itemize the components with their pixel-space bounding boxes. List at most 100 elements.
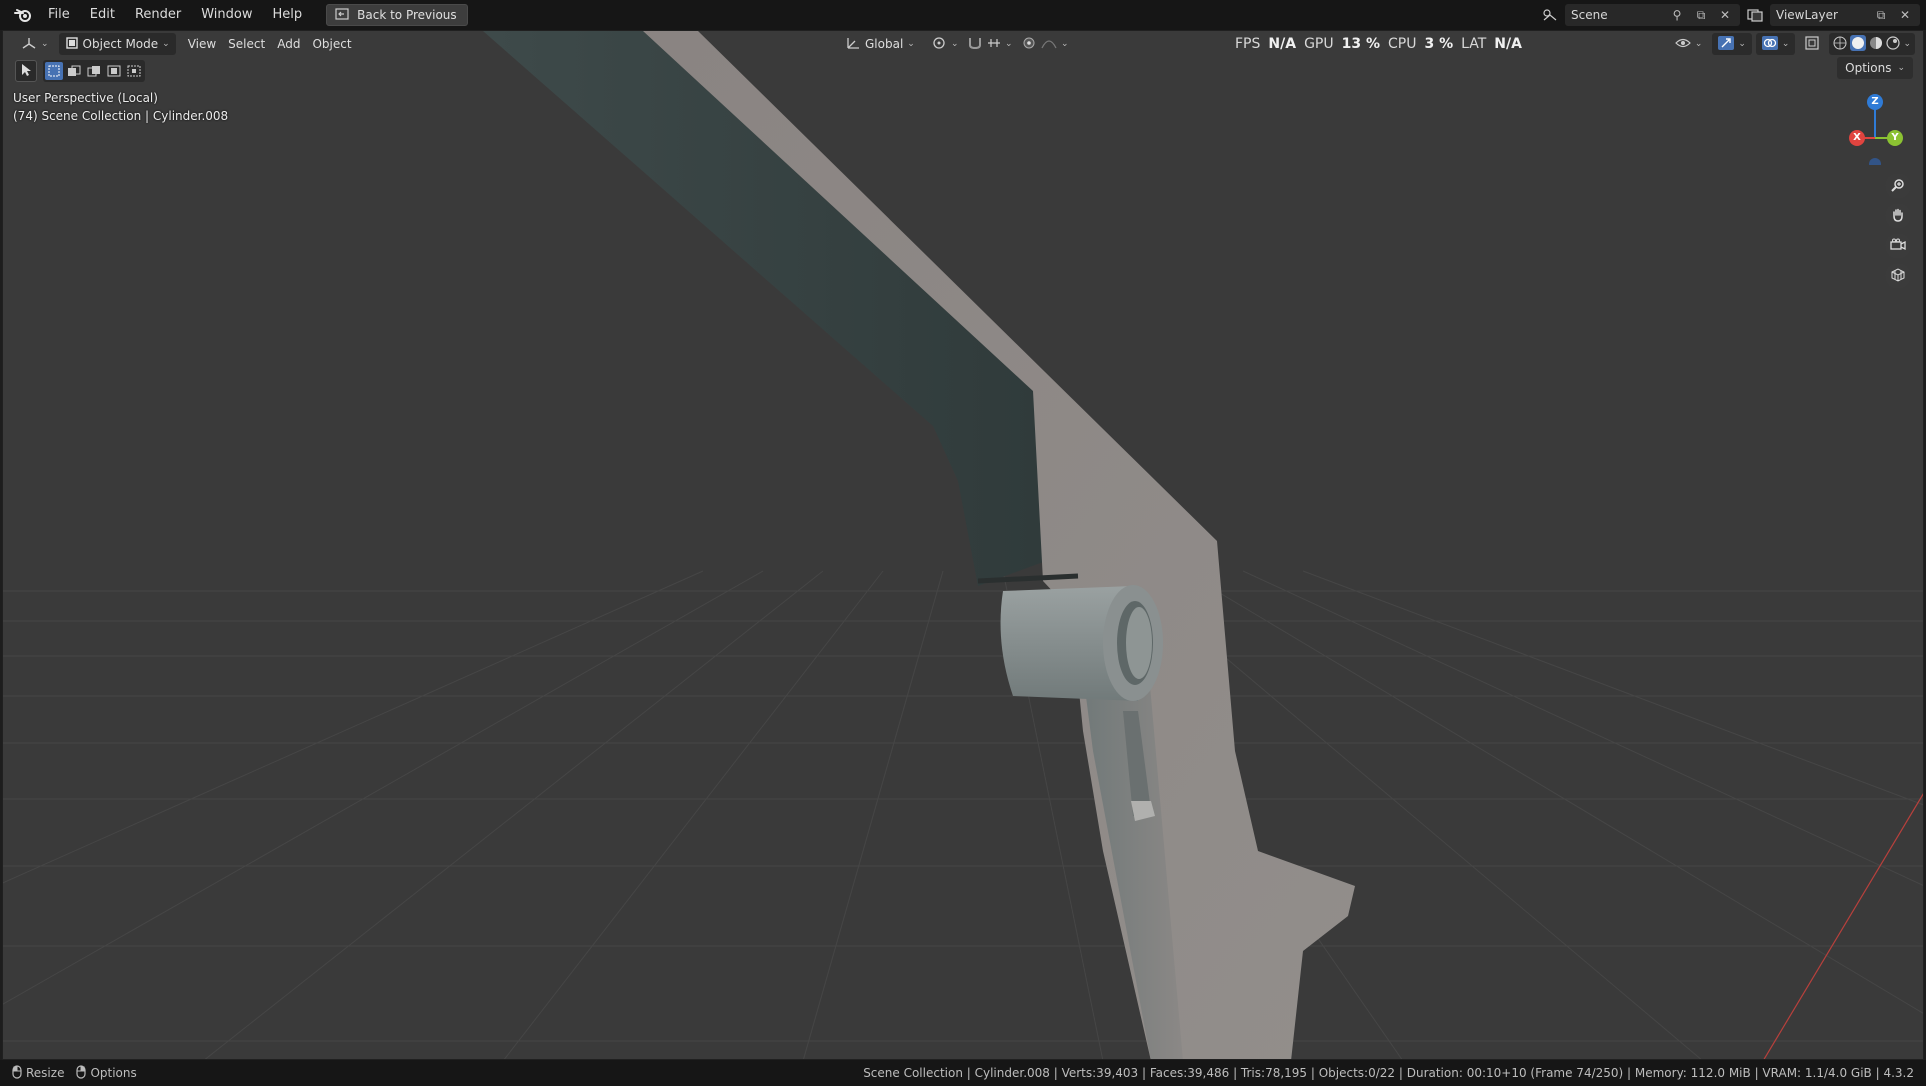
pivot-point-dropdown[interactable]: ⌄ <box>925 33 965 55</box>
chevron-down-icon[interactable]: ⌄ <box>1903 39 1911 49</box>
view-layer-selector[interactable]: ViewLayer ⧉ ✕ <box>1770 4 1920 26</box>
cursor-icon <box>20 63 32 80</box>
chevron-down-icon: ⌄ <box>951 39 959 49</box>
snap-toggle[interactable]: ⌄ <box>961 33 1019 55</box>
visibility-dropdown[interactable]: ⌄ <box>1669 33 1709 55</box>
back-icon <box>335 7 349 23</box>
back-to-previous-button[interactable]: Back to Previous <box>326 4 468 26</box>
proportional-icon <box>1021 36 1037 53</box>
menu-select[interactable]: Select <box>222 33 271 55</box>
status-bar: Resize Options Scene Collection | Cylind… <box>0 1060 1926 1086</box>
chevron-down-icon: ⌄ <box>907 39 915 49</box>
chevron-down-icon: ⌄ <box>1738 39 1746 49</box>
menu-add[interactable]: Add <box>271 33 306 55</box>
snap-target-icon <box>987 37 1001 52</box>
chevron-down-icon: ⌄ <box>1781 39 1790 49</box>
mouse-icon <box>76 1064 87 1082</box>
overlay-icon <box>1761 35 1778 53</box>
close-icon[interactable]: ✕ <box>1716 6 1734 24</box>
back-to-previous-label: Back to Previous <box>357 8 457 22</box>
fps-value: N/A <box>1268 36 1297 52</box>
shading-solid-icon[interactable] <box>1850 34 1867 54</box>
scene-icon[interactable] <box>1541 6 1559 24</box>
chevron-down-icon: ⌄ <box>1694 39 1703 49</box>
status-resize: Resize <box>12 1064 64 1082</box>
lat-value: N/A <box>1494 36 1522 52</box>
tool-settings-row <box>15 59 145 83</box>
scene-selector[interactable]: Scene ⚲ ⧉ ✕ <box>1565 4 1740 26</box>
menu-window[interactable]: Window <box>191 4 262 26</box>
blender-logo-icon[interactable] <box>8 0 38 30</box>
x-axis-handle[interactable]: X <box>1849 130 1865 146</box>
select-extend-button[interactable] <box>65 62 83 80</box>
gizmo-toggle[interactable]: ⌄ <box>1712 33 1752 55</box>
falloff-icon <box>1041 36 1057 53</box>
proportional-edit-toggle[interactable]: ⌄ <box>1015 33 1075 55</box>
select-tool-button[interactable] <box>15 60 37 82</box>
performance-stats: FPS N/A GPU 13 % CPU 3 % LAT N/A <box>1235 31 1522 57</box>
scene-statistics: Scene Collection | Cylinder.008 | Verts:… <box>863 1066 1914 1080</box>
object-mode-label: Object Mode <box>82 37 159 51</box>
shading-render-icon[interactable] <box>1886 35 1901 53</box>
fps-label: FPS <box>1235 36 1261 52</box>
viewport-right-controls: ⌄ ⌄ ⌄ ⌄ <box>1669 33 1915 55</box>
z-axis-handle[interactable]: Z <box>1867 94 1883 110</box>
new-icon[interactable]: ⧉ <box>1692 6 1710 24</box>
cpu-value: 3 % <box>1424 36 1454 52</box>
shading-material-icon[interactable] <box>1869 36 1883 53</box>
select-invert-button[interactable] <box>105 62 123 80</box>
cpu-label: CPU <box>1388 36 1417 52</box>
new-icon[interactable]: ⧉ <box>1872 6 1890 24</box>
transform-orientation-label: Global <box>865 37 904 51</box>
pan-hand-icon <box>1891 208 1905 225</box>
close-icon[interactable]: ✕ <box>1896 6 1914 24</box>
transform-global-icon <box>845 36 861 53</box>
viewport-options-button[interactable]: Options ⌄ <box>1837 57 1913 79</box>
scene-name: Scene <box>1571 8 1608 22</box>
select-new-button[interactable] <box>45 62 63 80</box>
ortho-toggle-button[interactable] <box>1885 263 1911 289</box>
shading-wire-icon[interactable] <box>1833 36 1847 53</box>
object-mode-dropdown[interactable]: Object Mode ⌄ <box>58 33 176 55</box>
pivot-cylinder <box>1000 585 1163 701</box>
pan-button[interactable] <box>1885 203 1911 229</box>
gpu-value: 13 % <box>1341 36 1380 52</box>
menu-render[interactable]: Render <box>125 4 191 26</box>
transform-orientation-dropdown[interactable]: Global ⌄ <box>839 33 921 55</box>
viewport-options-label: Options <box>1845 61 1892 75</box>
selection-mode-group <box>43 60 145 82</box>
chevron-down-icon: ⌄ <box>41 39 49 49</box>
navigation-gizmo[interactable]: Z X Y <box>1833 85 1913 170</box>
menu-edit[interactable]: Edit <box>80 4 125 26</box>
object-mode-icon <box>65 36 79 53</box>
pin-icon[interactable]: ⚲ <box>1668 6 1686 24</box>
top-menu-bar: File Edit Render Window Help Back to Pre… <box>0 0 1926 30</box>
lat-label: LAT <box>1461 36 1487 52</box>
xray-icon <box>1805 35 1820 53</box>
chevron-down-icon: ⌄ <box>1061 39 1069 49</box>
xray-toggle[interactable] <box>1799 33 1825 55</box>
view-layer-icon[interactable] <box>1746 6 1764 24</box>
menu-object[interactable]: Object <box>306 33 357 55</box>
y-axis-handle[interactable]: Y <box>1887 130 1903 146</box>
camera-icon <box>1890 238 1906 255</box>
select-intersect-button[interactable] <box>125 62 143 80</box>
editor-type-button[interactable]: ⌄ <box>15 33 55 55</box>
mouse-icon <box>12 1064 22 1082</box>
camera-view-button[interactable] <box>1885 233 1911 259</box>
ortho-grid-icon <box>1891 267 1905 285</box>
chevron-down-icon: ⌄ <box>1005 39 1013 49</box>
editor-type-icon <box>21 36 37 53</box>
select-subtract-button[interactable] <box>85 62 103 80</box>
collection-info-text: (74) Scene Collection | Cylinder.008 <box>13 109 229 123</box>
pivot-icon <box>931 36 947 53</box>
zoom-button[interactable] <box>1885 173 1911 199</box>
menu-view[interactable]: View <box>182 33 222 55</box>
view-name-text: User Perspective (Local) <box>13 91 158 105</box>
3d-viewport[interactable]: ⌄ Object Mode ⌄ View Select Add Object G… <box>2 30 1924 1060</box>
menu-file[interactable]: File <box>38 4 80 26</box>
viewport-header: ⌄ Object Mode ⌄ View Select Add Object G… <box>3 31 1923 57</box>
menu-help[interactable]: Help <box>263 4 313 26</box>
zoom-icon <box>1891 178 1905 195</box>
overlay-toggle[interactable]: ⌄ <box>1755 33 1796 55</box>
